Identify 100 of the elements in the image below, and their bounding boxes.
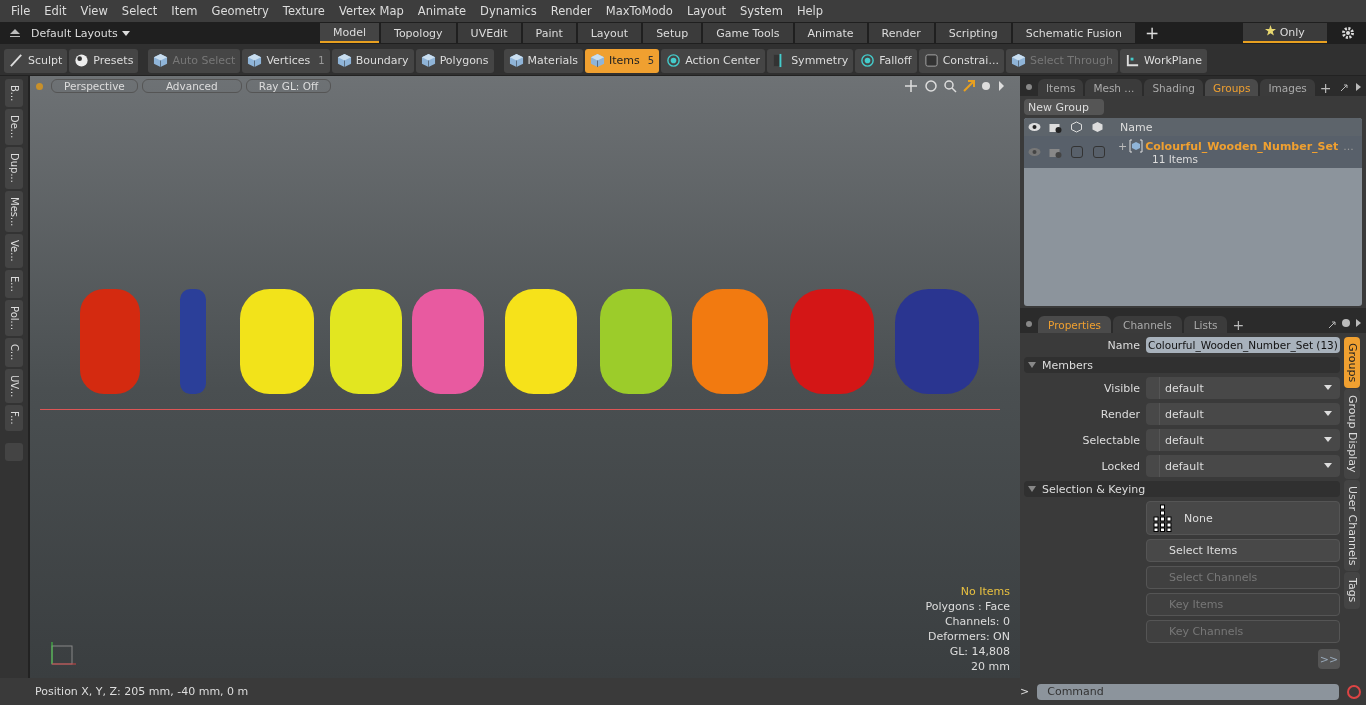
add-tab-button[interactable]: + <box>1229 317 1248 333</box>
menu-item[interactable]: Item <box>164 4 205 18</box>
menu-item[interactable]: Edit <box>37 4 74 18</box>
panel-tab[interactable]: Channels <box>1113 316 1182 333</box>
panel-tab[interactable]: Images <box>1260 79 1315 96</box>
layout-tab[interactable]: Paint <box>522 23 576 43</box>
side-tab[interactable]: C... <box>5 338 23 367</box>
toolbar-button[interactable]: Boundary <box>331 48 414 73</box>
menu-item[interactable]: System <box>733 4 790 18</box>
dropdown[interactable]: default <box>1146 403 1340 425</box>
add-tab-button[interactable]: + <box>1316 80 1335 96</box>
side-tab[interactable]: Dup... <box>5 146 23 189</box>
toolbar-button[interactable]: WorkPlane <box>1120 48 1207 73</box>
new-group-button[interactable]: New Group <box>1024 99 1104 115</box>
action-button[interactable]: Select Items <box>1146 539 1340 562</box>
dropdown[interactable]: default <box>1146 429 1340 451</box>
panel-tab[interactable]: Shading <box>1144 79 1204 96</box>
panel-tab[interactable]: Items <box>1038 79 1084 96</box>
panel-tab[interactable]: Lists <box>1183 316 1228 333</box>
toolbar-button[interactable]: Vertices 1 <box>242 48 330 73</box>
viewport-controls-icon[interactable] <box>904 79 1004 93</box>
menu-item[interactable]: Render <box>543 4 599 18</box>
layout-tab[interactable]: Model <box>320 23 380 43</box>
vertical-tab[interactable]: User Channels <box>1344 479 1360 572</box>
toolbar-button[interactable]: Falloff <box>855 48 917 73</box>
collapse-triangle-icon[interactable] <box>1028 486 1036 492</box>
command-field[interactable]: Command <box>1037 683 1340 700</box>
toolbar-button[interactable]: Presets <box>69 48 139 73</box>
menu-item[interactable]: Dynamics <box>473 4 544 18</box>
menu-item[interactable]: Geometry <box>204 4 276 18</box>
checkbox[interactable] <box>1093 146 1105 158</box>
add-tab-button[interactable]: + <box>1137 23 1168 43</box>
side-tab[interactable]: F... <box>5 404 23 431</box>
record-icon[interactable] <box>1347 684 1362 699</box>
menu-item[interactable]: Help <box>789 4 831 18</box>
side-tab[interactable]: Ve... <box>5 234 23 268</box>
checkbox[interactable] <box>1071 146 1083 158</box>
layout-tab[interactable]: Game Tools <box>703 23 793 43</box>
vertical-tab[interactable]: Group Display <box>1344 389 1360 479</box>
menu-item[interactable]: Animate <box>410 4 474 18</box>
vertical-tab[interactable]: Tags <box>1344 572 1360 609</box>
viewport-dot-icon[interactable] <box>36 82 43 90</box>
layout-tab[interactable]: Topology <box>381 23 456 43</box>
side-tab[interactable]: De... <box>5 109 23 145</box>
side-tab[interactable]: Pol... <box>5 299 23 336</box>
status-text: Position X, Y, Z: 205 mm, -40 mm, 0 m <box>34 685 250 698</box>
toolbar-button[interactable]: Polygons <box>415 48 494 73</box>
hierarchy-icon <box>1152 504 1174 532</box>
menu-item[interactable]: File <box>4 4 38 18</box>
layout-tab[interactable]: Layout <box>577 23 642 43</box>
cube-icon <box>508 53 524 68</box>
side-tab[interactable]: E... <box>5 270 23 298</box>
viewport-info-text: No Items <box>960 584 1010 599</box>
side-tab[interactable]: UV... <box>5 368 23 403</box>
group-row[interactable]: + Colourful_Wooden_Number_Set ... 11 Items <box>1024 136 1362 168</box>
panel-tab[interactable]: Properties <box>1038 316 1112 333</box>
menu-item[interactable]: MaxToModo <box>598 4 680 18</box>
field-label: Visible <box>1104 381 1140 395</box>
up-arrow-icon[interactable] <box>9 28 21 38</box>
vertical-tab[interactable]: Groups <box>1344 337 1360 389</box>
toolbar-button[interactable]: Symmetry <box>767 48 854 73</box>
layout-tab[interactable]: Setup <box>643 23 702 43</box>
collapse-triangle-icon[interactable] <box>1028 362 1036 368</box>
toolbar-button[interactable]: Action Center <box>661 48 766 73</box>
layout-tab[interactable]: Animate <box>794 23 867 43</box>
toolbar-button[interactable]: Materials <box>503 48 583 73</box>
viewport-button[interactable]: Perspective <box>51 79 138 93</box>
layout-tab[interactable]: Schematic Fusion <box>1012 23 1136 43</box>
none-button[interactable]: None <box>1146 501 1340 535</box>
toolbar-button[interactable]: Items 5 <box>585 48 660 73</box>
viewport[interactable]: Perspective Advanced Ray GL: Off No Items Polygons : Face Channels: 0 Deformers: ON GL: 14,808 20 mm <box>28 76 1020 678</box>
dropdown[interactable]: default <box>1146 377 1340 399</box>
menu-item[interactable]: View <box>73 4 115 18</box>
menu-item[interactable]: Vertex Map <box>331 4 411 18</box>
only-button[interactable]: Only <box>1243 23 1327 43</box>
viewport-button[interactable]: Ray GL: Off <box>245 79 332 93</box>
settings-icon[interactable] <box>1341 26 1355 40</box>
layout-tab[interactable]: Render <box>868 23 934 43</box>
layout-dropdown[interactable]: Default Layouts <box>31 26 146 40</box>
dropdown[interactable]: default <box>1146 455 1340 477</box>
expand-icon[interactable] <box>1340 82 1362 92</box>
panel-tab[interactable]: Mesh ... <box>1085 79 1143 96</box>
panel-tab[interactable]: Groups <box>1205 79 1259 96</box>
layout-tab[interactable]: UVEdit <box>457 23 521 43</box>
viewport-button[interactable]: Advanced <box>141 79 242 93</box>
toolbar-button[interactable]: Constrai... <box>918 48 1004 73</box>
menu-item[interactable]: Select <box>114 4 165 18</box>
viewport-info-text: Polygons : Face <box>925 599 1010 614</box>
toolbar-button[interactable]: Sculpt <box>4 48 68 73</box>
menu-item[interactable]: Texture <box>275 4 332 18</box>
cube-icon <box>420 53 436 68</box>
cube-icon <box>590 53 605 68</box>
panel-dot-icon[interactable] <box>1026 84 1032 90</box>
side-tab[interactable]: B... <box>5 79 23 108</box>
menu-item[interactable]: Layout <box>679 4 733 18</box>
panel-dot-icon[interactable] <box>1026 321 1032 327</box>
name-field[interactable]: Colourful_Wooden_Number_Set (13) <box>1146 337 1340 353</box>
layout-tab[interactable]: Scripting <box>935 23 1011 43</box>
side-tab[interactable]: Mes... <box>5 190 23 233</box>
panel-controls-icon[interactable] <box>1328 317 1362 329</box>
